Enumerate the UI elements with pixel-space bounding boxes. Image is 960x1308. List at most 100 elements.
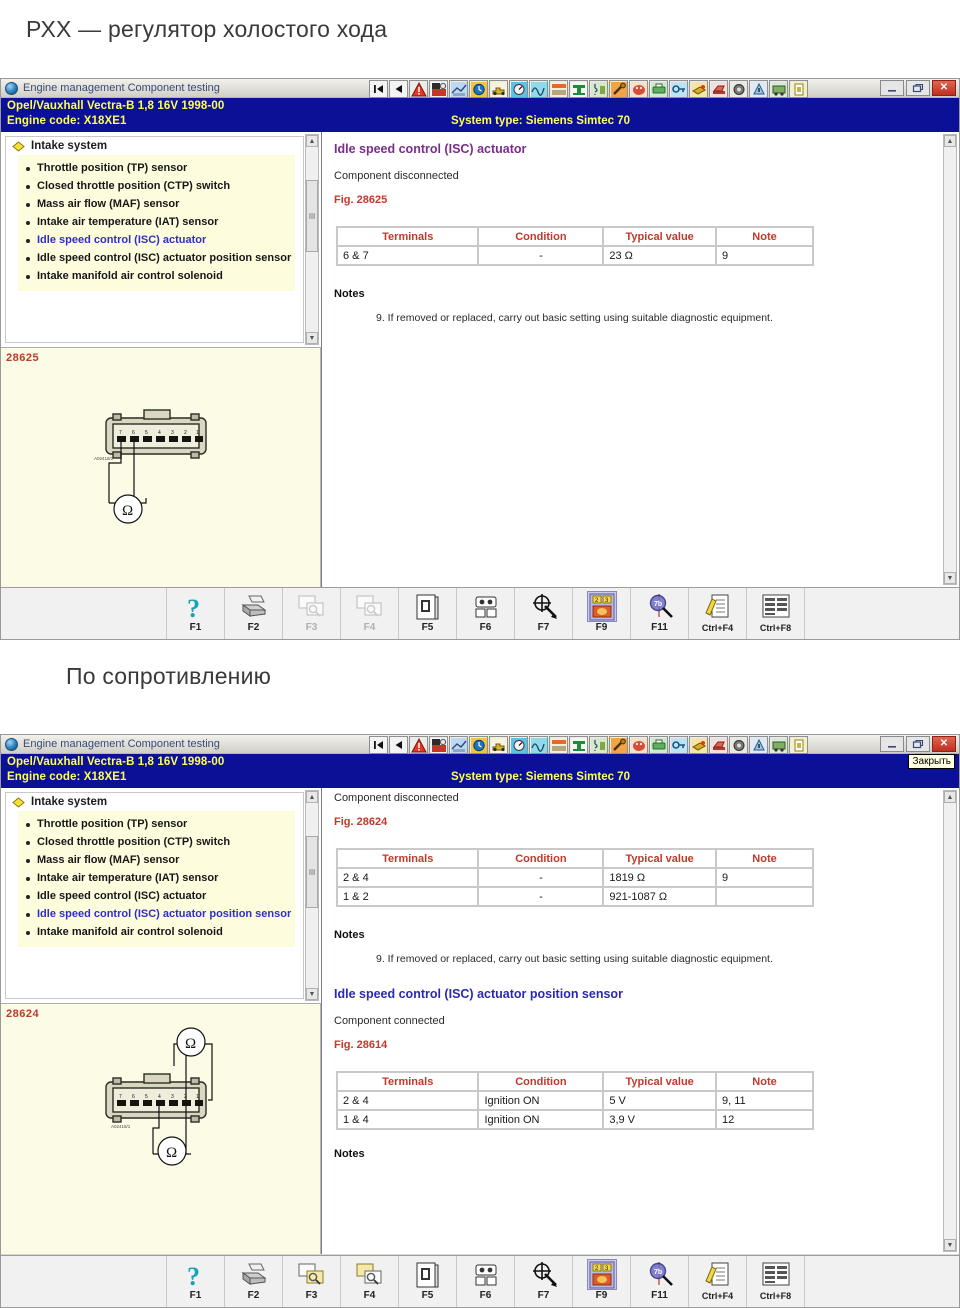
scroll-down-icon[interactable]: ▼ bbox=[306, 332, 318, 344]
tree-item-intake-manifold-air-control-solenoid[interactable]: Intake manifold air control solenoid bbox=[18, 923, 295, 941]
oscilloscope-icon[interactable] bbox=[529, 80, 548, 98]
component-tree-panel[interactable]: Intake system Throttle position (TP) sen… bbox=[1, 788, 321, 1004]
warning-triangle-icon[interactable] bbox=[409, 736, 428, 754]
clock-gauge-icon[interactable] bbox=[469, 736, 488, 754]
fkey-f9[interactable]: 23 F9 bbox=[573, 1256, 631, 1307]
function-key-bar[interactable]: ? F1 F2 F3 F4 F5 F6 F7 2 3 F9 7b F11 Ctr… bbox=[1, 587, 959, 639]
suspension-icon[interactable] bbox=[589, 80, 608, 98]
printer-blue-icon[interactable] bbox=[649, 736, 668, 754]
fkey-f3[interactable]: F3 bbox=[283, 1256, 341, 1307]
content-scrollbar[interactable]: ▲ ▼ bbox=[943, 134, 957, 585]
function-key-bar[interactable]: ? F1 F2 F3 F4 F5 F6 F7 2 3 F9 7b F11 Ctr… bbox=[1, 1255, 959, 1307]
tyre-icon[interactable] bbox=[749, 80, 768, 98]
tree-item-isc-actuator[interactable]: Idle speed control (ISC) actuator bbox=[18, 887, 295, 905]
fkey-f2[interactable]: F2 bbox=[225, 588, 283, 639]
tree-scrollbar[interactable]: ▲ ▤ ▼ bbox=[305, 134, 319, 345]
printer-blue-icon[interactable] bbox=[649, 80, 668, 98]
airbag-icon[interactable] bbox=[629, 736, 648, 754]
gauge-icon[interactable] bbox=[509, 736, 528, 754]
component-tree-panel[interactable]: Intake system Throttle position (TP) sen… bbox=[1, 132, 321, 348]
tree-item-intake-air-temperature-sensor[interactable]: Intake air temperature (IAT) sensor bbox=[18, 213, 295, 231]
brakes-icon[interactable] bbox=[569, 80, 588, 98]
tree-item-throttle-position-sensor[interactable]: Throttle position (TP) sensor bbox=[18, 815, 295, 833]
fkey-f11[interactable]: 7b F11 bbox=[631, 588, 689, 639]
torch-icon[interactable] bbox=[689, 80, 708, 98]
component-tree[interactable]: Intake system Throttle position (TP) sen… bbox=[5, 792, 304, 999]
tree-item-isc-actuator-position-sensor[interactable]: Idle speed control (ISC) actuator positi… bbox=[18, 905, 295, 923]
belt-icon[interactable] bbox=[549, 736, 568, 754]
wrench-icon[interactable] bbox=[609, 736, 628, 754]
wiring-diagram-icon[interactable] bbox=[449, 80, 468, 98]
tree-item-mass-air-flow-sensor[interactable]: Mass air flow (MAF) sensor bbox=[18, 851, 295, 869]
wheel-icon[interactable] bbox=[729, 80, 748, 98]
scroll-down-icon[interactable]: ▼ bbox=[944, 1239, 956, 1251]
parts-icon[interactable] bbox=[769, 736, 788, 754]
manual-icon[interactable] bbox=[789, 80, 808, 98]
gauge-icon[interactable] bbox=[509, 80, 528, 98]
first-record-icon[interactable] bbox=[369, 80, 388, 98]
manual-icon[interactable] bbox=[789, 736, 808, 754]
scroll-up-icon[interactable]: ▲ bbox=[944, 135, 956, 147]
fkey-ctrl-f4[interactable]: Ctrl+F4 bbox=[689, 588, 747, 639]
scroll-down-icon[interactable]: ▼ bbox=[944, 572, 956, 584]
airbag-icon[interactable] bbox=[629, 80, 648, 98]
safety-icon[interactable] bbox=[429, 736, 448, 754]
fkey-f1[interactable]: ? F1 bbox=[167, 1256, 225, 1307]
fkey-f1[interactable]: ? F1 bbox=[167, 588, 225, 639]
scroll-up-icon[interactable]: ▲ bbox=[944, 791, 956, 803]
wheel-icon[interactable] bbox=[729, 736, 748, 754]
tree-item-closed-throttle-position-switch[interactable]: Closed throttle position (CTP) switch bbox=[18, 177, 295, 195]
tree-item-intake-air-temperature-sensor[interactable]: Intake air temperature (IAT) sensor bbox=[18, 869, 295, 887]
fkey-f6[interactable]: F6 bbox=[457, 588, 515, 639]
content-scrollbar[interactable]: ▲ ▼ bbox=[943, 790, 957, 1252]
close-button[interactable]: ✕ bbox=[932, 80, 956, 96]
torch-icon[interactable] bbox=[689, 736, 708, 754]
safety-icon[interactable] bbox=[429, 80, 448, 98]
fkey-f5[interactable]: F5 bbox=[399, 588, 457, 639]
previous-record-icon[interactable] bbox=[389, 80, 408, 98]
fkey-f4[interactable]: F4 bbox=[341, 1256, 399, 1307]
fkey-f11[interactable]: 7b F11 bbox=[631, 1256, 689, 1307]
previous-record-icon[interactable] bbox=[389, 736, 408, 754]
key-icon[interactable] bbox=[669, 80, 688, 98]
warning-triangle-icon[interactable] bbox=[409, 80, 428, 98]
fkey-f2[interactable]: F2 bbox=[225, 1256, 283, 1307]
toolbar[interactable] bbox=[369, 736, 809, 754]
tree-item-throttle-position-sensor[interactable]: Throttle position (TP) sensor bbox=[18, 159, 295, 177]
fkey-f4[interactable]: F4 bbox=[341, 588, 399, 639]
minimize-button[interactable] bbox=[880, 736, 904, 752]
fkey-f9[interactable]: 23 F9 bbox=[573, 588, 631, 639]
fkey-f7[interactable]: F7 bbox=[515, 1256, 573, 1307]
tree-item-intake-manifold-air-control-solenoid[interactable]: Intake manifold air control solenoid bbox=[18, 267, 295, 285]
fkey-f5[interactable]: F5 bbox=[399, 1256, 457, 1307]
fkey-f6[interactable]: F6 bbox=[457, 1256, 515, 1307]
parts-icon[interactable] bbox=[769, 80, 788, 98]
engine-icon[interactable] bbox=[489, 80, 508, 98]
scroll-thumb[interactable]: ▤ bbox=[306, 836, 318, 908]
scroll-thumb[interactable]: ▤ bbox=[306, 180, 318, 252]
toolbar[interactable] bbox=[369, 80, 809, 98]
tree-item-mass-air-flow-sensor[interactable]: Mass air flow (MAF) sensor bbox=[18, 195, 295, 213]
tree-item-closed-throttle-position-switch[interactable]: Closed throttle position (CTP) switch bbox=[18, 833, 295, 851]
engine-icon[interactable] bbox=[489, 736, 508, 754]
lift-icon[interactable] bbox=[709, 80, 728, 98]
tree-scrollbar[interactable]: ▲ ▤ ▼ bbox=[305, 790, 319, 1001]
suspension-icon[interactable] bbox=[589, 736, 608, 754]
brakes-icon[interactable] bbox=[569, 736, 588, 754]
restore-button[interactable] bbox=[906, 80, 930, 96]
scroll-up-icon[interactable]: ▲ bbox=[306, 791, 318, 803]
scroll-up-icon[interactable]: ▲ bbox=[306, 135, 318, 147]
minimize-button[interactable] bbox=[880, 80, 904, 96]
first-record-icon[interactable] bbox=[369, 736, 388, 754]
restore-button[interactable] bbox=[906, 736, 930, 752]
tree-item-isc-actuator[interactable]: Idle speed control (ISC) actuator bbox=[18, 231, 295, 249]
tree-item-list[interactable]: Throttle position (TP) sensor Closed thr… bbox=[18, 155, 295, 291]
fkey-ctrl-f4[interactable]: Ctrl+F4 bbox=[689, 1256, 747, 1307]
oscilloscope-icon[interactable] bbox=[529, 736, 548, 754]
tree-item-list[interactable]: Throttle position (TP) sensor Closed thr… bbox=[18, 811, 295, 947]
tree-item-isc-actuator-position-sensor[interactable]: Idle speed control (ISC) actuator positi… bbox=[18, 249, 295, 267]
clock-gauge-icon[interactable] bbox=[469, 80, 488, 98]
fkey-ctrl-f8[interactable]: Ctrl+F8 bbox=[747, 588, 805, 639]
tree-root-item[interactable]: Intake system bbox=[6, 793, 303, 811]
belt-icon[interactable] bbox=[549, 80, 568, 98]
